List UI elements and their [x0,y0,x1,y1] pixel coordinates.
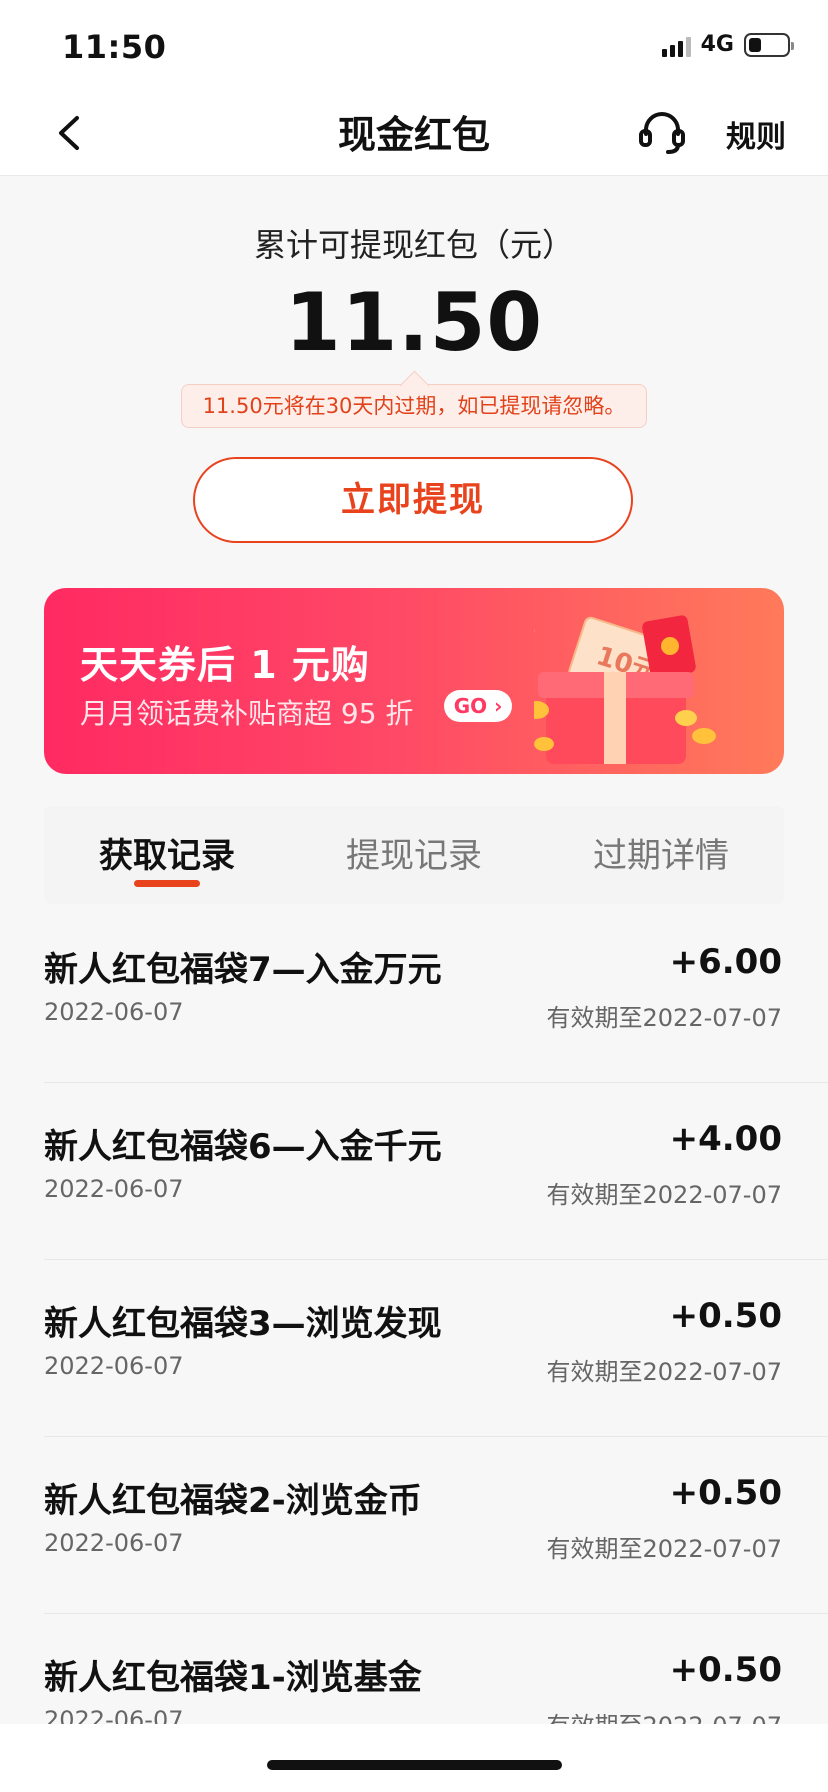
signal-bars-icon [661,33,691,57]
record-amount: +6.00 [669,942,782,982]
battery-icon [744,32,794,57]
rules-link[interactable]: 规则 [726,112,786,156]
network-type: 4G [700,32,734,57]
record-date: 2022-06-07 [44,1706,184,1724]
tab-earn-records[interactable]: 获取记录 [44,828,290,877]
record-date: 2022-06-07 [44,1352,184,1380]
record-amount: +0.50 [669,1296,782,1336]
record-expiry: 有效期至2022-07-07 [547,1706,782,1724]
status-icons: 4G [661,32,794,57]
record-amount: +0.50 [669,1473,782,1513]
record-date: 2022-06-07 [44,998,184,1026]
record-date: 2022-06-07 [44,1529,184,1557]
status-time: 11:50 [62,28,167,66]
record-date: 2022-06-07 [44,1175,184,1203]
home-indicator-area [0,1724,828,1792]
record-title: 新人红包福袋1-浏览基金 [44,1658,422,1698]
promo-subtitle: 月月领话费补贴商超 95 折 [80,697,414,730]
record-expiry: 有效期至2022-07-07 [546,1358,782,1386]
balance-summary: 累计可提现红包（元） 11.50 11.50元将在30天内过期，如已提现请忽略。… [0,176,828,576]
record-tabs: 获取记录 提现记录 过期详情 [44,806,784,904]
active-tab-indicator [134,880,200,887]
record-amount: +4.00 [669,1119,782,1159]
tab-withdraw-records[interactable]: 提现记录 [291,828,537,877]
record-title: 新人红包福袋6—入金千元 [44,1127,442,1167]
record-row[interactable]: 新人红包福袋7—入金万元 2022-06-07 +6.00 有效期至2022-0… [0,906,828,1083]
promo-banner[interactable]: 天天券后 1 元购 月月领话费补贴商超 95 折 GO › 10元 [44,588,784,774]
status-bar: 11:50 4G [0,0,828,90]
gift-box-icon: 10元 [534,615,716,764]
expire-tip: 11.50元将在30天内过期，如已提现请忽略。 [181,384,647,428]
record-row[interactable]: 新人红包福袋6—入金千元 2022-06-07 +4.00 有效期至2022-0… [0,1083,828,1260]
record-title: 新人红包福袋7—入金万元 [44,950,442,990]
balance-label: 累计可提现红包（元） [253,226,574,264]
promo-go-button[interactable]: GO › [444,690,512,722]
record-list: 新人红包福袋7—入金万元 2022-06-07 +6.00 有效期至2022-0… [0,906,828,1724]
balance-amount: 11.50 [284,276,544,369]
record-row[interactable]: 新人红包福袋3—浏览发现 2022-06-07 +0.50 有效期至2022-0… [0,1260,828,1437]
tab-expired-details[interactable]: 过期详情 [538,828,784,877]
record-expiry: 有效期至2022-07-07 [546,1181,782,1209]
record-row[interactable]: 新人红包福袋2-浏览金币 2022-06-07 +0.50 有效期至2022-0… [0,1437,828,1614]
home-indicator[interactable] [267,1760,562,1770]
page-title: 现金红包 [337,113,490,157]
record-row[interactable]: 新人红包福袋1-浏览基金 2022-06-07 +0.50 有效期至2022-0… [0,1614,828,1724]
record-amount: +0.50 [669,1650,782,1690]
record-title: 新人红包福袋3—浏览发现 [44,1304,442,1344]
customer-service-button[interactable] [636,106,688,158]
headset-icon [639,112,685,154]
withdraw-button[interactable]: 立即提现 [193,457,633,543]
promo-title: 天天券后 1 元购 [80,643,370,687]
record-expiry: 有效期至2022-07-07 [546,1535,782,1563]
record-expiry: 有效期至2022-07-07 [546,1004,782,1032]
record-title: 新人红包福袋2-浏览金币 [44,1481,422,1521]
nav-bar: 现金红包 规则 [0,90,828,176]
